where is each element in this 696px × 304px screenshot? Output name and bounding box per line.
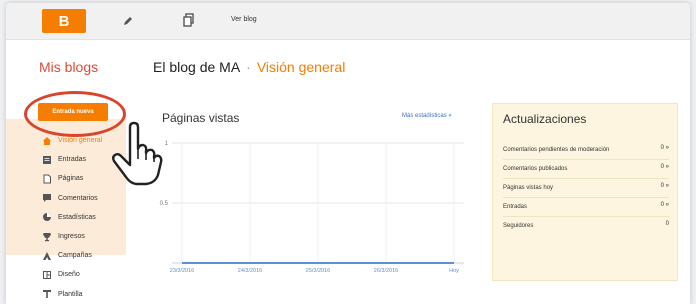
update-label: Páginas vistas hoy: [503, 185, 554, 191]
blogger-logo-letter: B: [58, 12, 70, 30]
update-label: Entradas: [503, 204, 528, 210]
pageviews-title: Páginas vistas: [162, 111, 240, 125]
pages-icon[interactable]: [183, 13, 195, 32]
update-value: 0: [665, 221, 669, 227]
stats-icon: [42, 212, 58, 222]
top-toolbar: B Ver blog: [6, 3, 690, 40]
blogger-dashboard: B Ver blog Mis blogs El blog de MA · Visió…: [6, 3, 690, 304]
x-tick-label: 23/3/2016: [170, 268, 194, 274]
page-title: El blog de MA · Visión general: [153, 59, 345, 75]
sidebar-item-comments[interactable]: Comentarios: [42, 189, 142, 208]
sidebar-item-label: Comentarios: [58, 194, 98, 202]
trophy-icon: [42, 232, 58, 242]
sidebar-item-label: Diseño: [58, 271, 80, 279]
pageviews-chart: 10.523/3/2016 24/3/2016 25/3/2016 26/3/2016…: [160, 141, 464, 274]
pencil-icon[interactable]: [122, 14, 134, 32]
x-tick-label: 24/3/2016: [238, 268, 262, 274]
my-blogs-link[interactable]: Mis blogs: [39, 59, 98, 75]
update-row-followers[interactable]: Seguidores 0: [503, 216, 669, 235]
update-value[interactable]: 0 »: [661, 164, 669, 170]
hand-pointer-icon: [112, 121, 163, 186]
update-label: Seguidores: [503, 223, 534, 229]
update-value[interactable]: 0 »: [661, 183, 669, 189]
x-tick-label: 26/3/2016: [374, 268, 398, 274]
updates-panel: Actualizaciones Comentarios pendientes d…: [492, 103, 678, 281]
sidebar-item-label: Ingresos: [58, 233, 85, 241]
updates-title: Actualizaciones: [503, 112, 587, 126]
sidebar-item-earnings[interactable]: Ingresos: [42, 227, 142, 246]
sidebar-item-stats[interactable]: Estadísticas: [42, 208, 142, 227]
y-tick-label: 0.5: [160, 201, 169, 207]
update-label: Comentarios publicados: [503, 166, 568, 172]
update-label: Comentarios pendientes de moderación: [503, 147, 610, 153]
page-icon: [42, 174, 58, 184]
sidebar-item-label: Páginas: [58, 175, 84, 183]
view-blog-link[interactable]: Ver blog: [231, 16, 257, 23]
update-value[interactable]: 0 »: [661, 202, 669, 208]
sidebar-item-label: Visión general: [58, 137, 103, 145]
sidebar-item-template[interactable]: Plantilla: [42, 285, 142, 304]
x-tick-label: 25/3/2016: [306, 268, 330, 274]
sidebar-item-label: Plantilla: [58, 290, 83, 298]
template-icon: [42, 289, 58, 299]
campaign-icon: [42, 251, 58, 261]
entries-icon: [42, 155, 58, 165]
update-row-entries[interactable]: Entradas 0 »: [503, 197, 669, 216]
title-separator: ·: [246, 59, 251, 75]
update-value[interactable]: 0 »: [661, 145, 669, 151]
update-row-pageviews-today[interactable]: Páginas vistas hoy 0 »: [503, 178, 669, 197]
x-tick-label: Hoy: [449, 268, 459, 274]
section-name: Visión general: [256, 59, 346, 75]
sidebar-item-label: Entradas: [58, 156, 87, 164]
update-row-published-comments[interactable]: Comentarios publicados 0 »: [503, 159, 669, 178]
more-stats-link[interactable]: Más estadísticas »: [402, 113, 452, 119]
layout-icon: [42, 270, 58, 280]
blogger-logo-button[interactable]: B: [42, 9, 86, 33]
home-icon: [42, 136, 58, 146]
blog-name[interactable]: El blog de MA: [153, 59, 240, 75]
sidebar-item-label: Campañas: [58, 252, 92, 260]
updates-list: Comentarios pendientes de moderación 0 »…: [503, 141, 669, 235]
comment-icon: [42, 193, 58, 203]
update-row-pending-comments[interactable]: Comentarios pendientes de moderación 0 »: [503, 141, 669, 159]
sidebar-item-layout[interactable]: Diseño: [42, 265, 142, 284]
sidebar-item-label: Estadísticas: [58, 213, 96, 221]
sidebar-item-campaigns[interactable]: Campañas: [42, 246, 142, 265]
